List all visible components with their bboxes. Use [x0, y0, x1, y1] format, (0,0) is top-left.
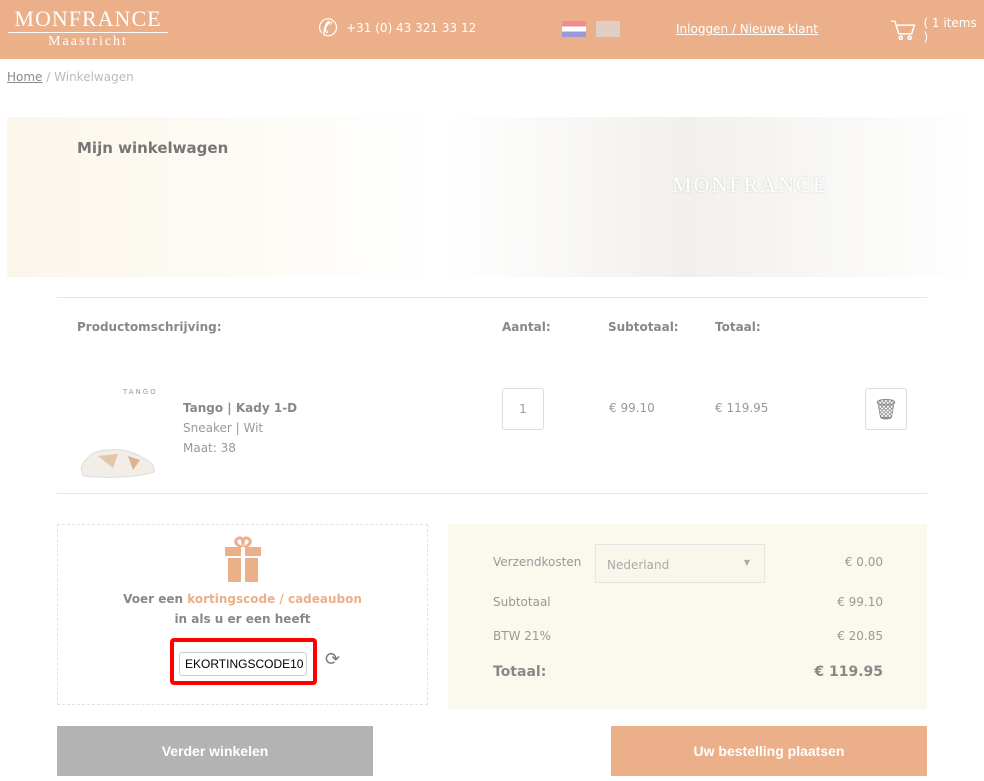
banner-watermark: MONFRANCE	[672, 172, 829, 197]
trash-icon: 🗑	[873, 397, 899, 421]
flag-nl-icon[interactable]	[562, 21, 586, 37]
breadcrumb-home[interactable]: Home	[7, 70, 42, 84]
header: MONFRANCE Maastricht ✆ +31 (0) 43 321 33 …	[0, 0, 984, 59]
product-image[interactable]	[78, 388, 158, 483]
banner: Mijn winkelwagen MONFRANCE	[7, 117, 977, 277]
summary-vat: € 20.85	[837, 629, 883, 643]
header-quantity: Aantal:	[502, 320, 551, 334]
order-summary: Verzendkosten € 0.00 Nederland ▼ Subtotaal…	[448, 524, 927, 709]
chevron-down-icon: ▼	[743, 558, 750, 567]
header-subtotal: Subtotaal:	[608, 320, 679, 334]
coupon-code-input[interactable]: EKORTINGSCODE10	[179, 652, 307, 676]
quantity-input[interactable]: 1	[502, 388, 544, 430]
item-total: € 119.95	[715, 401, 769, 415]
login-link[interactable]: Inloggen / Nieuwe klant	[676, 22, 818, 36]
phone[interactable]: ✆ +31 (0) 43 321 33 12	[318, 14, 476, 42]
header-total: Totaal:	[715, 320, 761, 334]
gift-icon	[225, 536, 261, 582]
logo[interactable]: MONFRANCE Maastricht	[8, 6, 168, 51]
summary-total: € 119.95	[814, 664, 883, 680]
continue-shopping-button[interactable]: Verder winkelen	[57, 726, 373, 776]
shipping-cost: € 0.00	[844, 555, 883, 569]
delete-button[interactable]: 🗑	[865, 388, 907, 430]
coupon-box: Voer een kortingscode / cadeaubon in als…	[57, 524, 428, 705]
place-order-button[interactable]: Uw bestelling plaatsen	[611, 726, 927, 776]
cart-icon	[890, 20, 916, 41]
breadcrumb: Home / Winkelwagen	[7, 70, 134, 84]
product-type: Sneaker | Wit	[183, 421, 264, 435]
product-size: Maat: 38	[183, 441, 236, 455]
summary-subtotal: € 99.10	[837, 595, 883, 609]
country-select[interactable]: Nederland ▼	[595, 544, 765, 583]
phone-icon: ✆	[318, 14, 339, 42]
divider	[57, 493, 927, 494]
product-name[interactable]: Tango | Kady 1-D	[183, 401, 297, 415]
coupon-highlight: kortingscode / cadeaubon	[187, 592, 362, 606]
cart-button[interactable]: ( 1 items )	[890, 16, 984, 44]
page-title: Mijn winkelwagen	[77, 139, 229, 157]
flag-uk-icon[interactable]	[596, 21, 620, 37]
refresh-icon[interactable]: ⟳	[325, 649, 340, 670]
header-product: Productomschrijving:	[77, 320, 222, 334]
item-subtotal: € 99.10	[609, 401, 655, 415]
divider	[57, 297, 927, 298]
